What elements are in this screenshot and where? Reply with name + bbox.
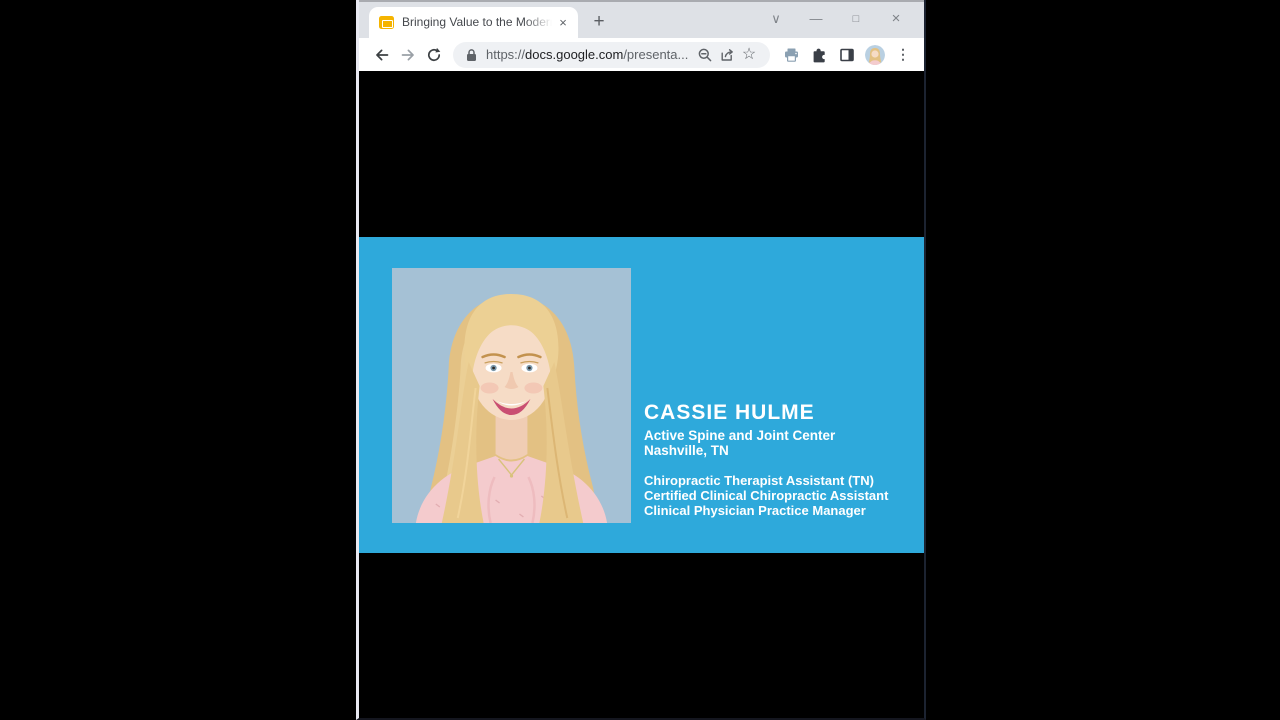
share-icon[interactable] [716,44,738,66]
back-arrow-icon [374,47,390,63]
tab-title-fade [524,15,552,30]
window-maximize-button[interactable]: □ [836,6,876,32]
tab-strip: Bringing Value to the Modern Ch × + ∨ — … [359,0,924,38]
screen: Bringing Value to the Modern Ch × + ∨ — … [0,0,1280,720]
three-dots-icon: ⋮ [896,46,910,63]
bookmark-star-icon[interactable]: ☆ [738,44,760,66]
window-controls: ∨ — □ × [756,6,916,32]
printer-icon [783,47,800,63]
google-slides-favicon-icon [379,16,394,29]
browser-tab[interactable]: Bringing Value to the Modern Ch × [369,7,578,38]
speaker-name: CASSIE HULME [644,401,888,425]
print-button[interactable] [778,42,804,68]
new-tab-button[interactable]: + [584,7,614,37]
speaker-organization: Active Spine and Joint Center [644,428,888,443]
browser-toolbar: https://docs.google.com/presenta... ☆ [359,38,924,71]
reload-button[interactable] [421,42,447,68]
forward-arrow-icon [400,47,416,63]
forward-button[interactable] [395,42,421,68]
window-close-button[interactable]: × [876,6,916,32]
credential-line: Chiropractic Therapist Assistant (TN) [644,473,888,488]
speaker-location: Nashville, TN [644,443,888,458]
puzzle-piece-icon [811,47,827,63]
credential-line: Clinical Physician Practice Manager [644,503,888,518]
back-button[interactable] [369,42,395,68]
side-panel-button[interactable] [834,42,860,68]
speaker-photo [392,268,631,523]
address-bar[interactable]: https://docs.google.com/presenta... ☆ [453,42,770,68]
speaker-info: CASSIE HULME Active Spine and Joint Cent… [644,401,888,519]
extensions-button[interactable] [806,42,832,68]
credential-line: Certified Clinical Chiropractic Assistan… [644,488,888,503]
window-minimize-button[interactable]: — [796,6,836,32]
profile-avatar-button[interactable] [862,42,888,68]
side-panel-icon [839,47,855,63]
reload-icon [426,47,442,63]
presentation-viewport[interactable]: CASSIE HULME Active Spine and Joint Cent… [359,71,924,716]
tab-close-icon[interactable]: × [554,14,572,32]
browser-window: Bringing Value to the Modern Ch × + ∨ — … [356,0,926,720]
browser-menu-button[interactable]: ⋮ [890,42,916,68]
slide[interactable]: CASSIE HULME Active Spine and Joint Cent… [359,237,924,553]
zoom-out-icon[interactable] [694,44,716,66]
url-text: https://docs.google.com/presenta... [486,47,688,62]
window-restore-button[interactable]: ∨ [756,6,796,32]
tab-title: Bringing Value to the Modern Ch [402,15,552,30]
profile-avatar-photo [865,45,885,65]
speaker-credentials: Chiropractic Therapist Assistant (TN) Ce… [644,473,888,519]
lock-icon [465,48,478,62]
